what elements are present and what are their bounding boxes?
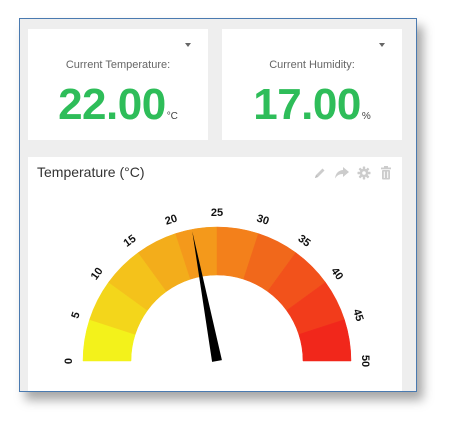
temperature-card-menu-icon[interactable]: [185, 43, 191, 47]
humidity-value-row: 17.00%: [222, 80, 402, 130]
gauge-tick-label: 20: [164, 213, 179, 228]
temperature-gauge: 0 5 10 15 20 25 30 35 40 45 50: [63, 207, 371, 367]
temperature-value: 22.00: [58, 80, 166, 129]
gauge-tick-label: 35: [296, 233, 313, 250]
humidity-value: 17.00: [253, 80, 361, 129]
humidity-label: Current Humidity:: [269, 59, 355, 71]
gauge-tick-label: 45: [350, 308, 365, 323]
dashboard-window: Current Temperature: 22.00°C Current Hum…: [19, 18, 417, 392]
humidity-unit: %: [361, 111, 371, 122]
gauge-tick-label: 50: [359, 355, 371, 367]
temperature-unit: °C: [166, 111, 178, 122]
temperature-label: Current Temperature:: [65, 59, 171, 71]
temperature-value-row: 22.00°C: [28, 80, 208, 130]
gauge-tick-label: 10: [89, 265, 106, 282]
gauge-panel: Temperature (°C) 0 5 10 15 20 25 30 35 4…: [28, 157, 402, 391]
gauge-tick-label: 0: [63, 358, 75, 364]
gauge-tick-label: 5: [70, 310, 83, 320]
gauge-tick-label: 25: [211, 207, 223, 219]
gauge-tick-label: 30: [255, 213, 270, 228]
gauge-tick-label: 15: [121, 233, 138, 250]
humidity-card-menu-icon[interactable]: [379, 43, 385, 47]
humidity-card: Current Humidity: 17.00%: [222, 29, 402, 140]
gauge-tick-label: 40: [328, 265, 345, 282]
temperature-card: Current Temperature: 22.00°C: [28, 29, 208, 140]
